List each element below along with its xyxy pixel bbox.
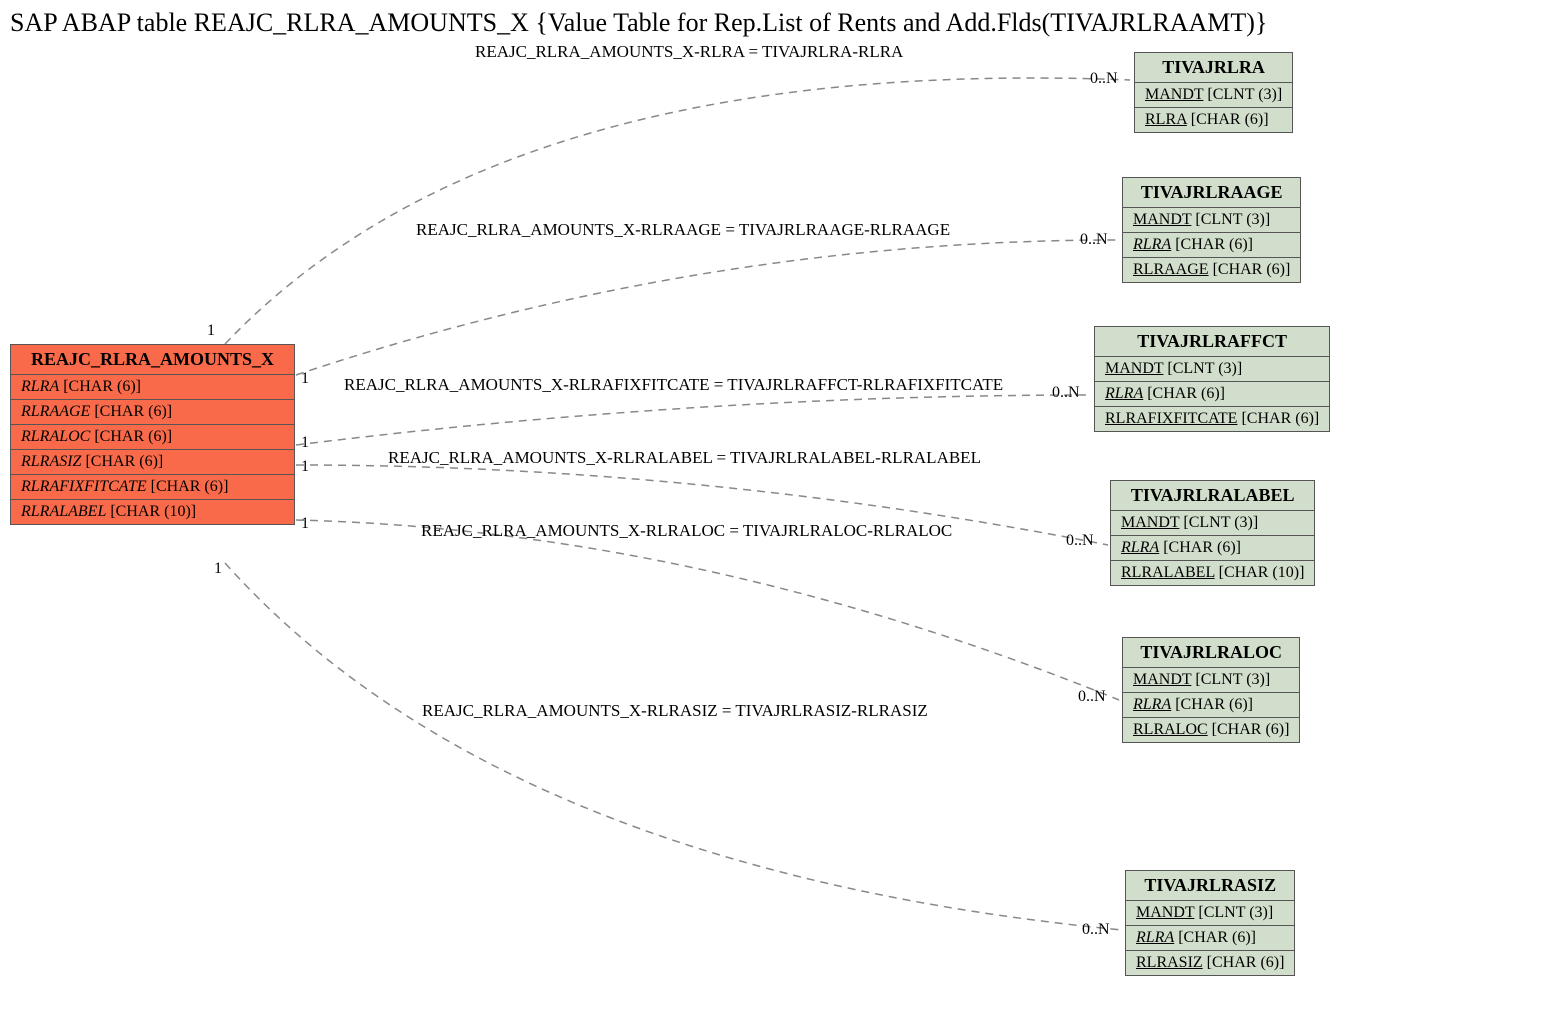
entity-target-2: TIVAJRLRAFFCT MANDT [CLNT (3)] RLRA [CHA…	[1094, 326, 1330, 432]
entity-target-0: TIVAJRLRA MANDT [CLNT (3)] RLRA [CHAR (6…	[1134, 52, 1293, 133]
entity-field: RLRA [CHAR (6)]	[1095, 382, 1329, 407]
page-title: SAP ABAP table REAJC_RLRA_AMOUNTS_X {Val…	[10, 8, 1267, 38]
entity-field: MANDT [CLNT (3)]	[1095, 357, 1329, 382]
entity-target-header: TIVAJRLRA	[1135, 53, 1292, 83]
relation-label-2: REAJC_RLRA_AMOUNTS_X-RLRAFIXFITCATE = TI…	[344, 375, 1003, 395]
entity-source: REAJC_RLRA_AMOUNTS_X RLRA [CHAR (6)] RLR…	[10, 344, 295, 525]
entity-target-1: TIVAJRLRAAGE MANDT [CLNT (3)] RLRA [CHAR…	[1122, 177, 1301, 283]
entity-field: RLRALOC [CHAR (6)]	[11, 425, 294, 450]
tgt-card-3: 0..N	[1066, 532, 1094, 550]
entity-target-header: TIVAJRLRASIZ	[1126, 871, 1294, 901]
entity-field: RLRA [CHAR (6)]	[1123, 693, 1299, 718]
entity-field: RLRAFIXFITCATE [CHAR (6)]	[11, 475, 294, 500]
relation-label-3: REAJC_RLRA_AMOUNTS_X-RLRALABEL = TIVAJRL…	[388, 448, 981, 468]
entity-source-header: REAJC_RLRA_AMOUNTS_X	[11, 345, 294, 375]
entity-target-4: TIVAJRLRALOC MANDT [CLNT (3)] RLRA [CHAR…	[1122, 637, 1300, 743]
entity-field: RLRAAGE [CHAR (6)]	[11, 400, 294, 425]
entity-field: RLRALOC [CHAR (6)]	[1123, 718, 1299, 742]
entity-field: MANDT [CLNT (3)]	[1123, 668, 1299, 693]
entity-target-5: TIVAJRLRASIZ MANDT [CLNT (3)] RLRA [CHAR…	[1125, 870, 1295, 976]
src-card-5: 1	[214, 560, 222, 578]
entity-field: RLRA [CHAR (6)]	[11, 375, 294, 400]
entity-field: MANDT [CLNT (3)]	[1135, 83, 1292, 108]
entity-target-header: TIVAJRLRAFFCT	[1095, 327, 1329, 357]
entity-target-3: TIVAJRLRALABEL MANDT [CLNT (3)] RLRA [CH…	[1110, 480, 1315, 586]
entity-field: RLRASIZ [CHAR (6)]	[11, 450, 294, 475]
entity-field: RLRASIZ [CHAR (6)]	[1126, 951, 1294, 975]
entity-target-header: TIVAJRLRALABEL	[1111, 481, 1314, 511]
relation-label-4: REAJC_RLRA_AMOUNTS_X-RLRALOC = TIVAJRLRA…	[421, 521, 952, 541]
relation-label-1: REAJC_RLRA_AMOUNTS_X-RLRAAGE = TIVAJRLRA…	[416, 220, 950, 240]
relation-label-5: REAJC_RLRA_AMOUNTS_X-RLRASIZ = TIVAJRLRA…	[422, 701, 928, 721]
tgt-card-5: 0..N	[1082, 921, 1110, 939]
entity-field: MANDT [CLNT (3)]	[1123, 208, 1300, 233]
entity-field: RLRALABEL [CHAR (10)]	[1111, 561, 1314, 585]
entity-target-header: TIVAJRLRAAGE	[1123, 178, 1300, 208]
src-card-4: 1	[301, 515, 309, 533]
entity-field: RLRALABEL [CHAR (10)]	[11, 500, 294, 524]
src-card-3: 1	[301, 458, 309, 476]
tgt-card-1: 0..N	[1080, 231, 1108, 249]
relation-label-0: REAJC_RLRA_AMOUNTS_X-RLRA = TIVAJRLRA-RL…	[475, 42, 903, 62]
entity-field: MANDT [CLNT (3)]	[1126, 901, 1294, 926]
entity-target-header: TIVAJRLRALOC	[1123, 638, 1299, 668]
src-card-2: 1	[301, 434, 309, 452]
tgt-card-0: 0..N	[1090, 70, 1118, 88]
tgt-card-2: 0..N	[1052, 384, 1080, 402]
entity-field: RLRAFIXFITCATE [CHAR (6)]	[1095, 407, 1329, 431]
entity-field: RLRA [CHAR (6)]	[1126, 926, 1294, 951]
entity-field: RLRA [CHAR (6)]	[1123, 233, 1300, 258]
src-card-0: 1	[207, 322, 215, 340]
tgt-card-4: 0..N	[1078, 688, 1106, 706]
src-card-1: 1	[301, 370, 309, 388]
entity-field: RLRA [CHAR (6)]	[1135, 108, 1292, 132]
entity-field: RLRAAGE [CHAR (6)]	[1123, 258, 1300, 282]
entity-field: MANDT [CLNT (3)]	[1111, 511, 1314, 536]
entity-field: RLRA [CHAR (6)]	[1111, 536, 1314, 561]
